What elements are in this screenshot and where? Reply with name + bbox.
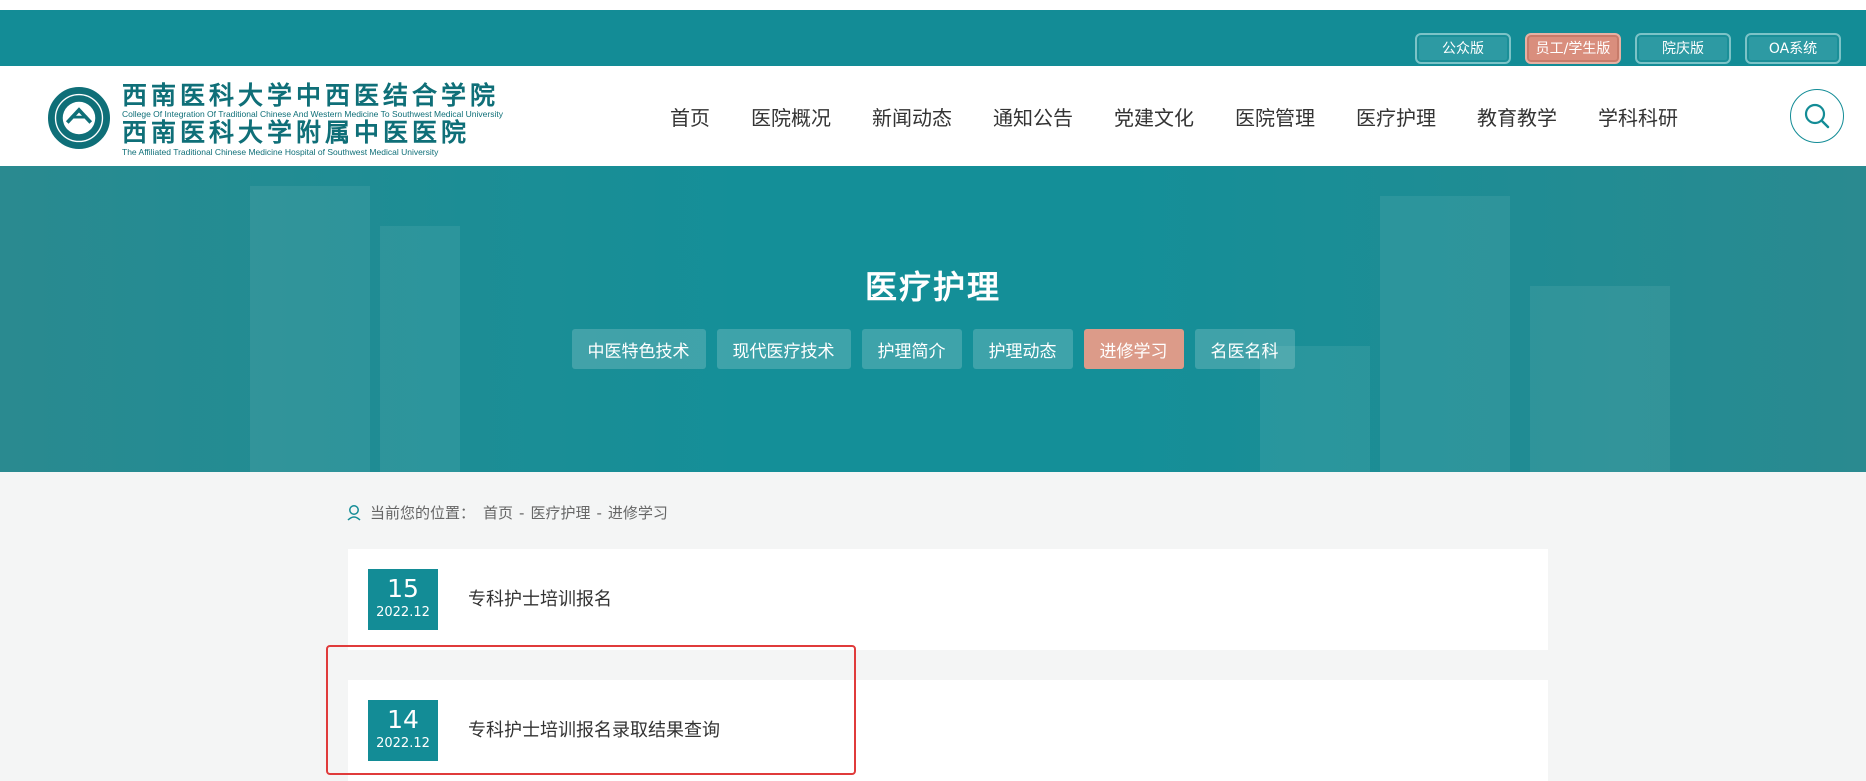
- nav-item-news[interactable]: 新闻动态: [872, 102, 952, 131]
- nav-item-management[interactable]: 医院管理: [1235, 102, 1315, 131]
- date-year-month: 2022.12: [376, 605, 430, 620]
- search-icon: [1804, 103, 1830, 129]
- breadcrumb-separator: -: [596, 503, 602, 522]
- nav-item-home[interactable]: 首页: [670, 102, 710, 131]
- subnav-nursing-news[interactable]: 护理动态: [972, 329, 1073, 369]
- top-link-anniversary[interactable]: 院庆版: [1635, 32, 1731, 64]
- hospital-emblem-icon: [48, 87, 110, 149]
- nav-item-overview[interactable]: 医院概况: [751, 102, 831, 131]
- subnav-modern-tech[interactable]: 现代医疗技术: [716, 329, 851, 369]
- nav-item-research[interactable]: 学科科研: [1598, 102, 1678, 131]
- breadcrumb-current: 进修学习: [607, 504, 668, 522]
- subnav-tcm-tech[interactable]: 中医特色技术: [571, 329, 706, 369]
- top-strip: [0, 0, 1866, 10]
- breadcrumb-medical-care[interactable]: 医疗护理: [530, 502, 590, 523]
- date-day: 15: [387, 574, 419, 603]
- top-bar: 公众版 员工/学生版 院庆版 OA系统: [0, 10, 1866, 66]
- logo-cn-line1: 西南医科大学中西医结合学院: [122, 81, 500, 110]
- subnav-nursing-intro[interactable]: 护理简介: [861, 329, 962, 369]
- subnav-further-study[interactable]: 进修学习: [1083, 329, 1184, 369]
- top-link-public[interactable]: 公众版: [1415, 32, 1511, 64]
- top-link-oa[interactable]: OA系统: [1745, 32, 1841, 64]
- highlight-box: [326, 645, 856, 775]
- search-button[interactable]: [1790, 89, 1844, 143]
- breadcrumb: 当前您的位置： 首页 - 医疗护理 - 进修学习: [346, 502, 668, 523]
- header: 西南医科大学中西医结合学院 College Of Integration Of …: [0, 66, 1866, 166]
- breadcrumb-home[interactable]: 首页: [483, 502, 513, 523]
- banner: 医疗护理 中医特色技术 现代医疗技术 护理简介 护理动态 进修学习 名医名科: [0, 166, 1866, 472]
- subnav: 中医特色技术 现代医疗技术 护理简介 护理动态 进修学习 名医名科: [0, 329, 1866, 369]
- logo[interactable]: 西南医科大学中西医结合学院 College Of Integration Of …: [48, 78, 503, 158]
- breadcrumb-separator: -: [519, 503, 525, 522]
- date-badge: 15 2022.12: [368, 569, 438, 630]
- top-link-staff-student[interactable]: 员工/学生版: [1525, 32, 1621, 64]
- nav-item-notices[interactable]: 通知公告: [993, 102, 1073, 131]
- subnav-famous-doctors[interactable]: 名医名科: [1194, 329, 1295, 369]
- breadcrumb-prefix: 当前您的位置：: [370, 504, 476, 522]
- logo-en-line2: The Affiliated Traditional Chinese Medic…: [122, 147, 439, 157]
- logo-cn-line2: 西南医科大学附属中医医院: [122, 118, 471, 147]
- banner-bg-building-right2: [1530, 286, 1670, 472]
- list-item-title[interactable]: 专科护士培训报名: [468, 585, 612, 611]
- nav-item-education[interactable]: 教育教学: [1477, 102, 1557, 131]
- list-item[interactable]: 15 2022.12 专科护士培训报名: [348, 549, 1548, 650]
- main-nav: 首页 医院概况 新闻动态 通知公告 党建文化 医院管理 医疗护理 教育教学 学科…: [670, 66, 1719, 166]
- banner-title: 医疗护理: [864, 268, 1001, 306]
- nav-item-medical-care[interactable]: 医疗护理: [1356, 102, 1436, 131]
- nav-item-party[interactable]: 党建文化: [1114, 102, 1194, 131]
- location-pin-icon: [347, 504, 361, 521]
